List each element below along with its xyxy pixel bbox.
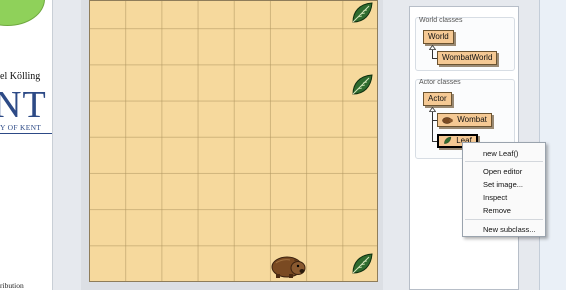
menu-item-new-subclass[interactable]: New subclass... [483, 225, 536, 234]
menu-item-new-leaf[interactable]: new Leaf() [483, 149, 518, 158]
university-logo: NT [0, 84, 47, 126]
author-text: el Kölling [0, 71, 41, 82]
wombat-icon [442, 117, 453, 124]
tree-line [432, 50, 433, 58]
world-classes-section: World classes World WombatWorld [415, 17, 515, 71]
menu-separator [465, 219, 543, 220]
wombat-icon[interactable] [270, 250, 308, 280]
actor-classes-title: Actor classes [419, 79, 461, 86]
class-wombatworld-label: WombatWorld [442, 53, 493, 62]
class-wombat-label: Wombat [457, 115, 487, 124]
green-blob-shape [0, 0, 45, 26]
wombat-world[interactable] [89, 0, 378, 282]
tree-line [432, 112, 433, 142]
menu-item-remove[interactable]: Remove [483, 206, 511, 215]
class-context-menu: new Leaf() Open editor Set image... Insp… [462, 142, 546, 237]
background-document: el Kölling NT Y OF KENT ribution [0, 0, 53, 290]
class-wombatworld[interactable]: WombatWorld [437, 51, 498, 65]
class-world-label: World [428, 32, 449, 41]
footer-text: ribution [0, 281, 24, 290]
class-world[interactable]: World [423, 30, 454, 44]
world-panel [81, 0, 383, 290]
class-actor-label: Actor [428, 94, 447, 103]
menu-item-inspect[interactable]: Inspect [483, 193, 507, 202]
menu-separator [465, 161, 543, 162]
university-name: Y OF KENT [0, 123, 42, 132]
leaf-icon[interactable] [349, 251, 375, 277]
world-classes-title: World classes [419, 17, 463, 24]
menu-item-open-editor[interactable]: Open editor [483, 167, 522, 176]
leaf-icon[interactable] [349, 0, 375, 26]
leaf-icon[interactable] [349, 72, 375, 98]
logo-underline [0, 133, 52, 134]
class-actor[interactable]: Actor [423, 92, 452, 106]
menu-item-set-image[interactable]: Set image... [483, 180, 523, 189]
leaf-icon [444, 137, 452, 145]
class-wombat[interactable]: Wombat [437, 113, 492, 127]
